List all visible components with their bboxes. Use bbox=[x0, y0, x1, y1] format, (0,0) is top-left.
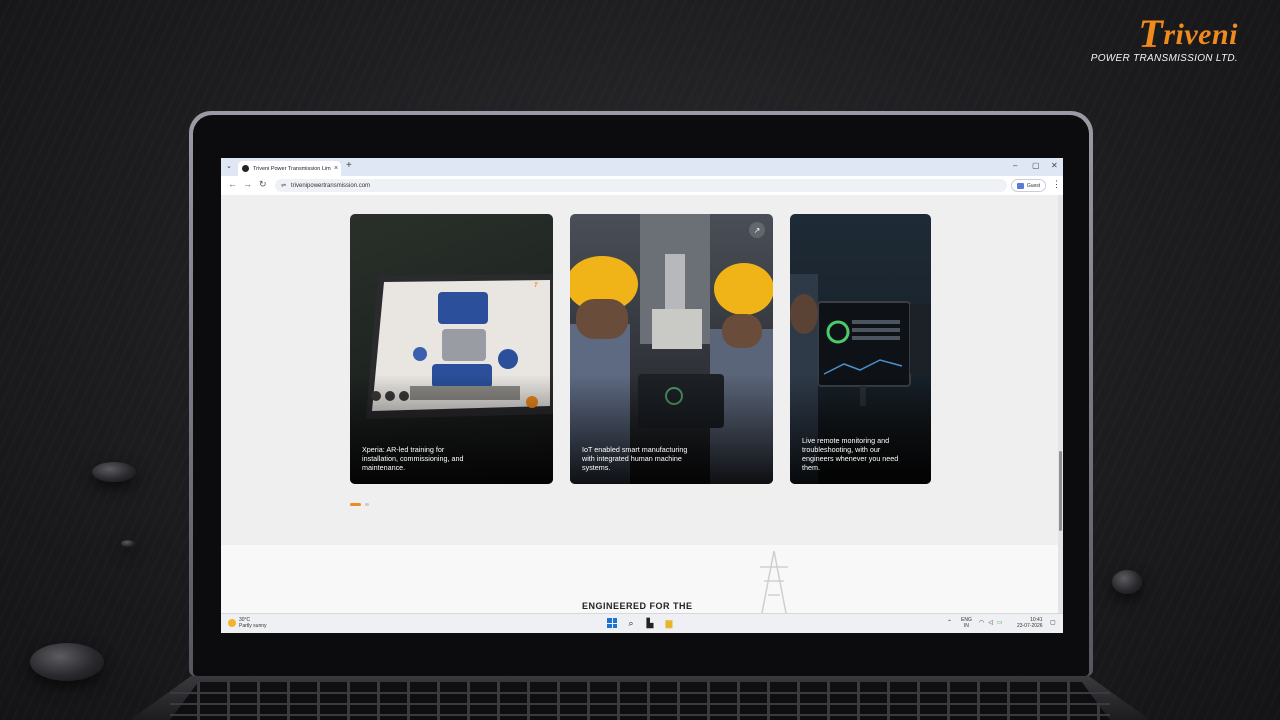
volume-icon[interactable]: ◁ bbox=[988, 619, 993, 626]
brand-mark: Triveni bbox=[1138, 11, 1238, 56]
guest-profile-button[interactable]: Guest bbox=[1011, 179, 1046, 192]
decorative-stone bbox=[1112, 570, 1142, 594]
window-maximize-button[interactable]: ▢ bbox=[1032, 161, 1040, 170]
language-indicator[interactable]: ENG IN bbox=[961, 617, 972, 629]
page-scrollbar[interactable] bbox=[1058, 195, 1063, 613]
profile-icon bbox=[1016, 182, 1024, 189]
weather-widget[interactable]: 30°C Partly sunny bbox=[228, 617, 267, 629]
guest-label: Guest bbox=[1026, 182, 1041, 189]
forward-button[interactable]: → bbox=[243, 179, 252, 189]
carousel-dot-active[interactable] bbox=[350, 503, 361, 506]
system-tray-icons: ◠ ◁ ▭ bbox=[979, 619, 1003, 626]
windows-taskbar: 30°C Partly sunny ⌕ ▙ ▆ ⌃ ENG IN ◠ ◁ ▭ 1… bbox=[221, 613, 1063, 633]
address-bar[interactable]: ⇌ trivenipowertransmission.com bbox=[275, 179, 1007, 192]
keys-row-divider bbox=[170, 714, 1110, 716]
taskbar-app-icons: ⌕ ▙ ▆ bbox=[607, 618, 674, 628]
task-view-icon[interactable]: ▙ bbox=[645, 618, 655, 628]
browser-menu-button[interactable]: ⋮ bbox=[1052, 179, 1061, 190]
card-arrow-icon[interactable]: ↗ bbox=[749, 222, 765, 238]
windows-start-icon[interactable] bbox=[607, 618, 617, 628]
feature-card[interactable]: ↗ IoT enabled smart manufacturing with i… bbox=[570, 214, 773, 484]
back-button[interactable]: ← bbox=[228, 179, 237, 189]
tab-close-icon[interactable]: × bbox=[334, 165, 338, 172]
card-caption: Xperia: AR-led training for installation… bbox=[362, 445, 464, 472]
notification-icon[interactable]: ▢ bbox=[1050, 619, 1056, 626]
decorative-stone bbox=[30, 643, 104, 681]
carousel-dot[interactable] bbox=[365, 503, 369, 506]
section-title: ENGINEERED FOR THE bbox=[582, 601, 693, 611]
file-explorer-icon[interactable]: ▆ bbox=[664, 618, 674, 628]
site-info-icon[interactable]: ⇌ bbox=[281, 182, 286, 189]
search-icon[interactable]: ⌕ bbox=[626, 618, 636, 628]
card-caption: IoT enabled smart manufacturing with int… bbox=[582, 445, 688, 472]
browser-tab-bar: ⌄ Triveni Power Transmission Lim × + – ▢… bbox=[221, 158, 1063, 176]
battery-icon[interactable]: ▭ bbox=[997, 619, 1003, 626]
system-clock[interactable]: 10:41 23-07-2026 bbox=[1017, 617, 1043, 629]
next-section: ENGINEERED FOR THE bbox=[221, 545, 1063, 613]
keys-row-divider bbox=[170, 703, 1110, 705]
brand-mark-t: T bbox=[1138, 11, 1164, 56]
weather-condition: Partly sunny bbox=[239, 623, 267, 629]
tab-title: Triveni Power Transmission Lim bbox=[253, 165, 331, 172]
brand-subtitle: POWER TRANSMISSION LTD. bbox=[1090, 53, 1238, 64]
scrollbar-thumb[interactable] bbox=[1059, 451, 1062, 531]
decorative-stone bbox=[121, 540, 135, 547]
decorative-stone bbox=[92, 462, 136, 482]
wifi-icon[interactable]: ◠ bbox=[979, 619, 984, 626]
clock-date: 23-07-2026 bbox=[1017, 623, 1043, 629]
window-minimize-button[interactable]: – bbox=[1013, 161, 1017, 170]
web-page: T Xperia: AR-led training for installati… bbox=[221, 195, 1063, 613]
laptop-screen: ⌄ Triveni Power Transmission Lim × + – ▢… bbox=[221, 158, 1063, 633]
site-favicon-icon bbox=[242, 165, 249, 172]
browser-tab[interactable]: Triveni Power Transmission Lim × bbox=[238, 161, 341, 176]
feature-card[interactable]: Live remote monitoring and troubleshooti… bbox=[790, 214, 931, 484]
feature-card[interactable]: T Xperia: AR-led training for installati… bbox=[350, 214, 553, 484]
new-tab-button[interactable]: + bbox=[346, 160, 352, 171]
region-code: IN bbox=[963, 623, 969, 629]
browser-toolbar: ← → ↻ ⇌ trivenipowertransmission.com Gue… bbox=[221, 176, 1063, 196]
transmission-tower-icon bbox=[760, 550, 788, 613]
card-caption: Live remote monitoring and troubleshooti… bbox=[802, 436, 899, 472]
brand-logo: Triveni POWER TRANSMISSION LTD. bbox=[1090, 11, 1238, 65]
window-close-button[interactable]: ✕ bbox=[1051, 161, 1058, 170]
tray-overflow-icon[interactable]: ⌃ bbox=[947, 619, 952, 626]
keys-row-divider bbox=[170, 692, 1110, 694]
tab-search-button[interactable]: ⌄ bbox=[226, 162, 232, 170]
partly-sunny-icon bbox=[228, 619, 236, 627]
url-text: trivenipowertransmission.com bbox=[291, 182, 371, 189]
reload-button[interactable]: ↻ bbox=[259, 179, 267, 190]
brand-mark-rest: riveni bbox=[1163, 18, 1238, 51]
